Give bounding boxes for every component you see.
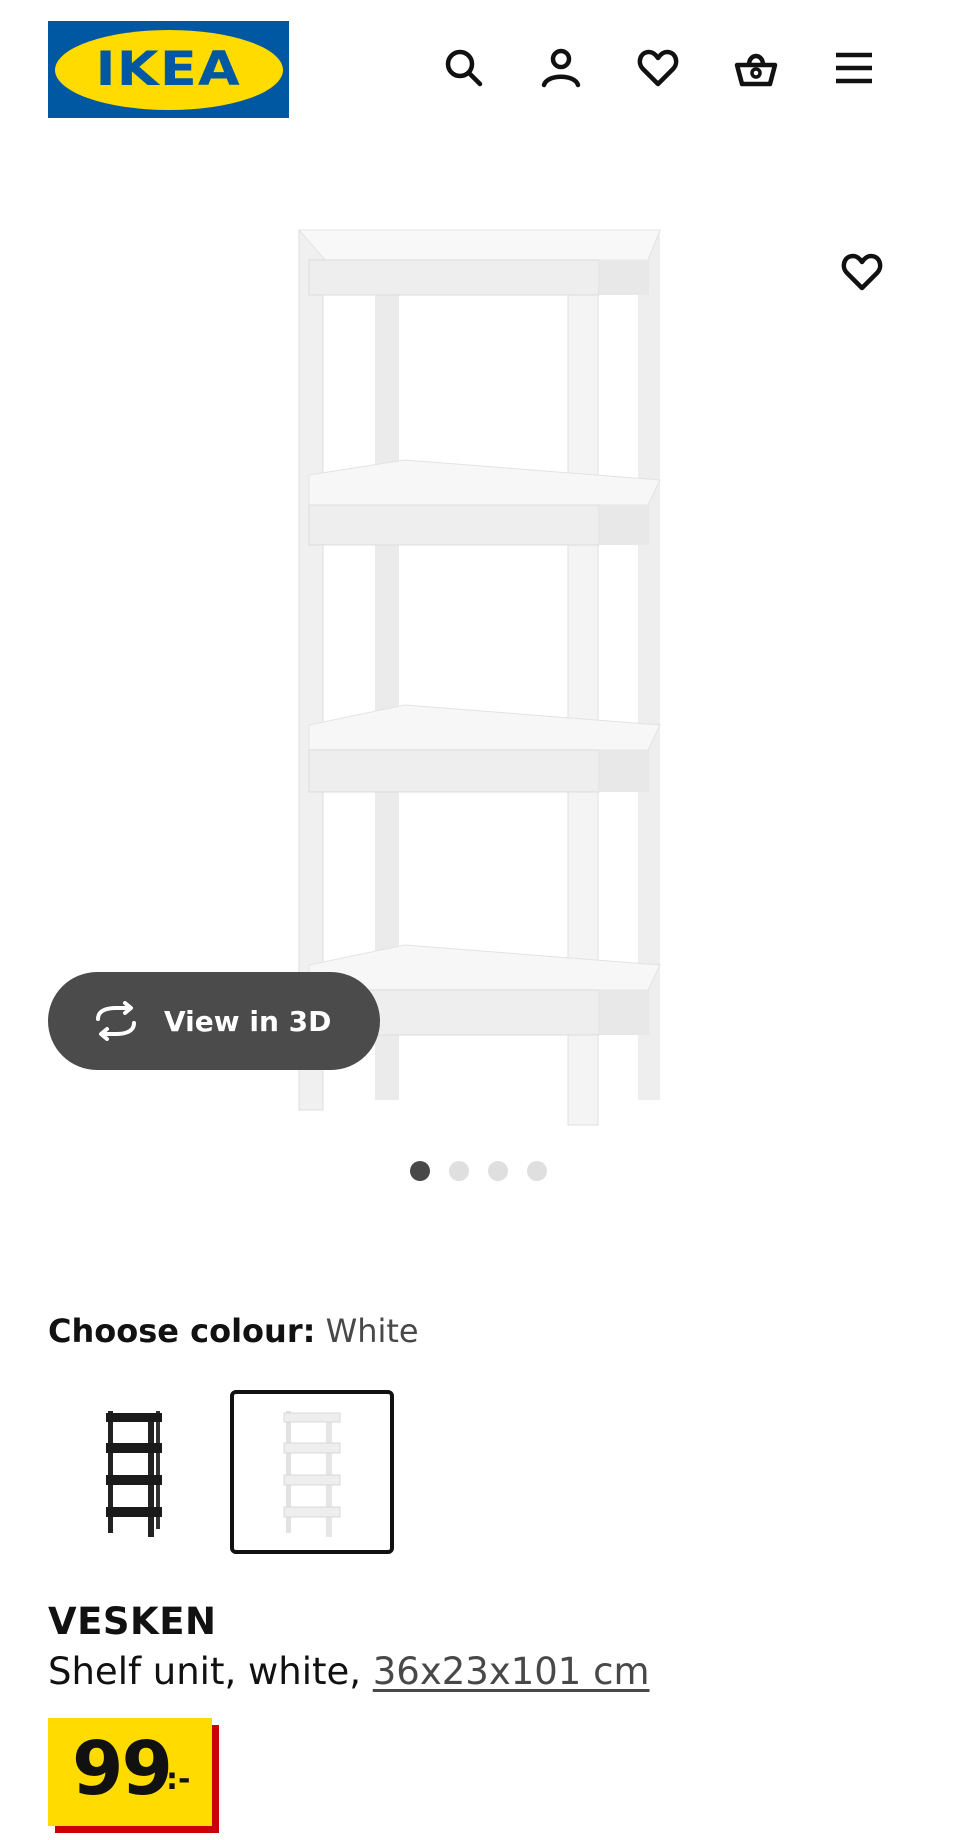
favourites-button[interactable] (630, 40, 686, 96)
product-type-text: Shelf unit, white, (48, 1650, 373, 1693)
carousel-dot[interactable] (527, 1161, 547, 1181)
ikea-logo[interactable]: IKEA (48, 21, 289, 118)
add-to-favourites-button[interactable] (832, 242, 892, 302)
carousel-dot[interactable] (449, 1161, 469, 1181)
carousel-dot[interactable] (410, 1161, 430, 1181)
account-icon (541, 48, 581, 88)
view-in-3d-button[interactable]: View in 3D (48, 972, 380, 1070)
product-name: VESKEN (48, 1600, 217, 1643)
logo-text: IKEA (95, 42, 242, 97)
carousel-dots (410, 1161, 547, 1181)
heart-icon (841, 253, 883, 291)
product-dimensions-link[interactable]: 36x23x101 cm (373, 1650, 650, 1693)
product-description: Shelf unit, white, 36x23x101 cm (48, 1650, 650, 1693)
registered-mark: ® (262, 28, 273, 41)
search-icon (445, 49, 483, 87)
white-shelf-thumbnail (283, 1411, 341, 1537)
colour-swatch-white[interactable] (230, 1390, 394, 1554)
menu-button[interactable] (826, 40, 882, 96)
header: IKEA ® (0, 0, 960, 140)
colour-swatch-black[interactable] (52, 1390, 216, 1554)
cart-icon (734, 53, 778, 87)
logo-oval: IKEA (54, 29, 283, 110)
rotate-3d-icon (96, 1001, 136, 1041)
account-button[interactable] (533, 40, 589, 96)
price-integer: 99 (72, 1726, 173, 1812)
choose-colour-label: Choose colour: (48, 1312, 316, 1350)
price-suffix: :- (166, 1762, 191, 1797)
carousel-dot[interactable] (488, 1161, 508, 1181)
price-tag: 99 :- (48, 1718, 212, 1826)
menu-icon (836, 52, 872, 84)
view-in-3d-label: View in 3D (164, 1004, 332, 1038)
heart-icon (637, 49, 679, 87)
search-button[interactable] (436, 40, 492, 96)
selected-colour-value: White (325, 1312, 419, 1350)
colour-selector-label: Choose colour: White (48, 1312, 419, 1350)
cart-button[interactable] (728, 40, 784, 96)
black-shelf-thumbnail (106, 1411, 162, 1537)
